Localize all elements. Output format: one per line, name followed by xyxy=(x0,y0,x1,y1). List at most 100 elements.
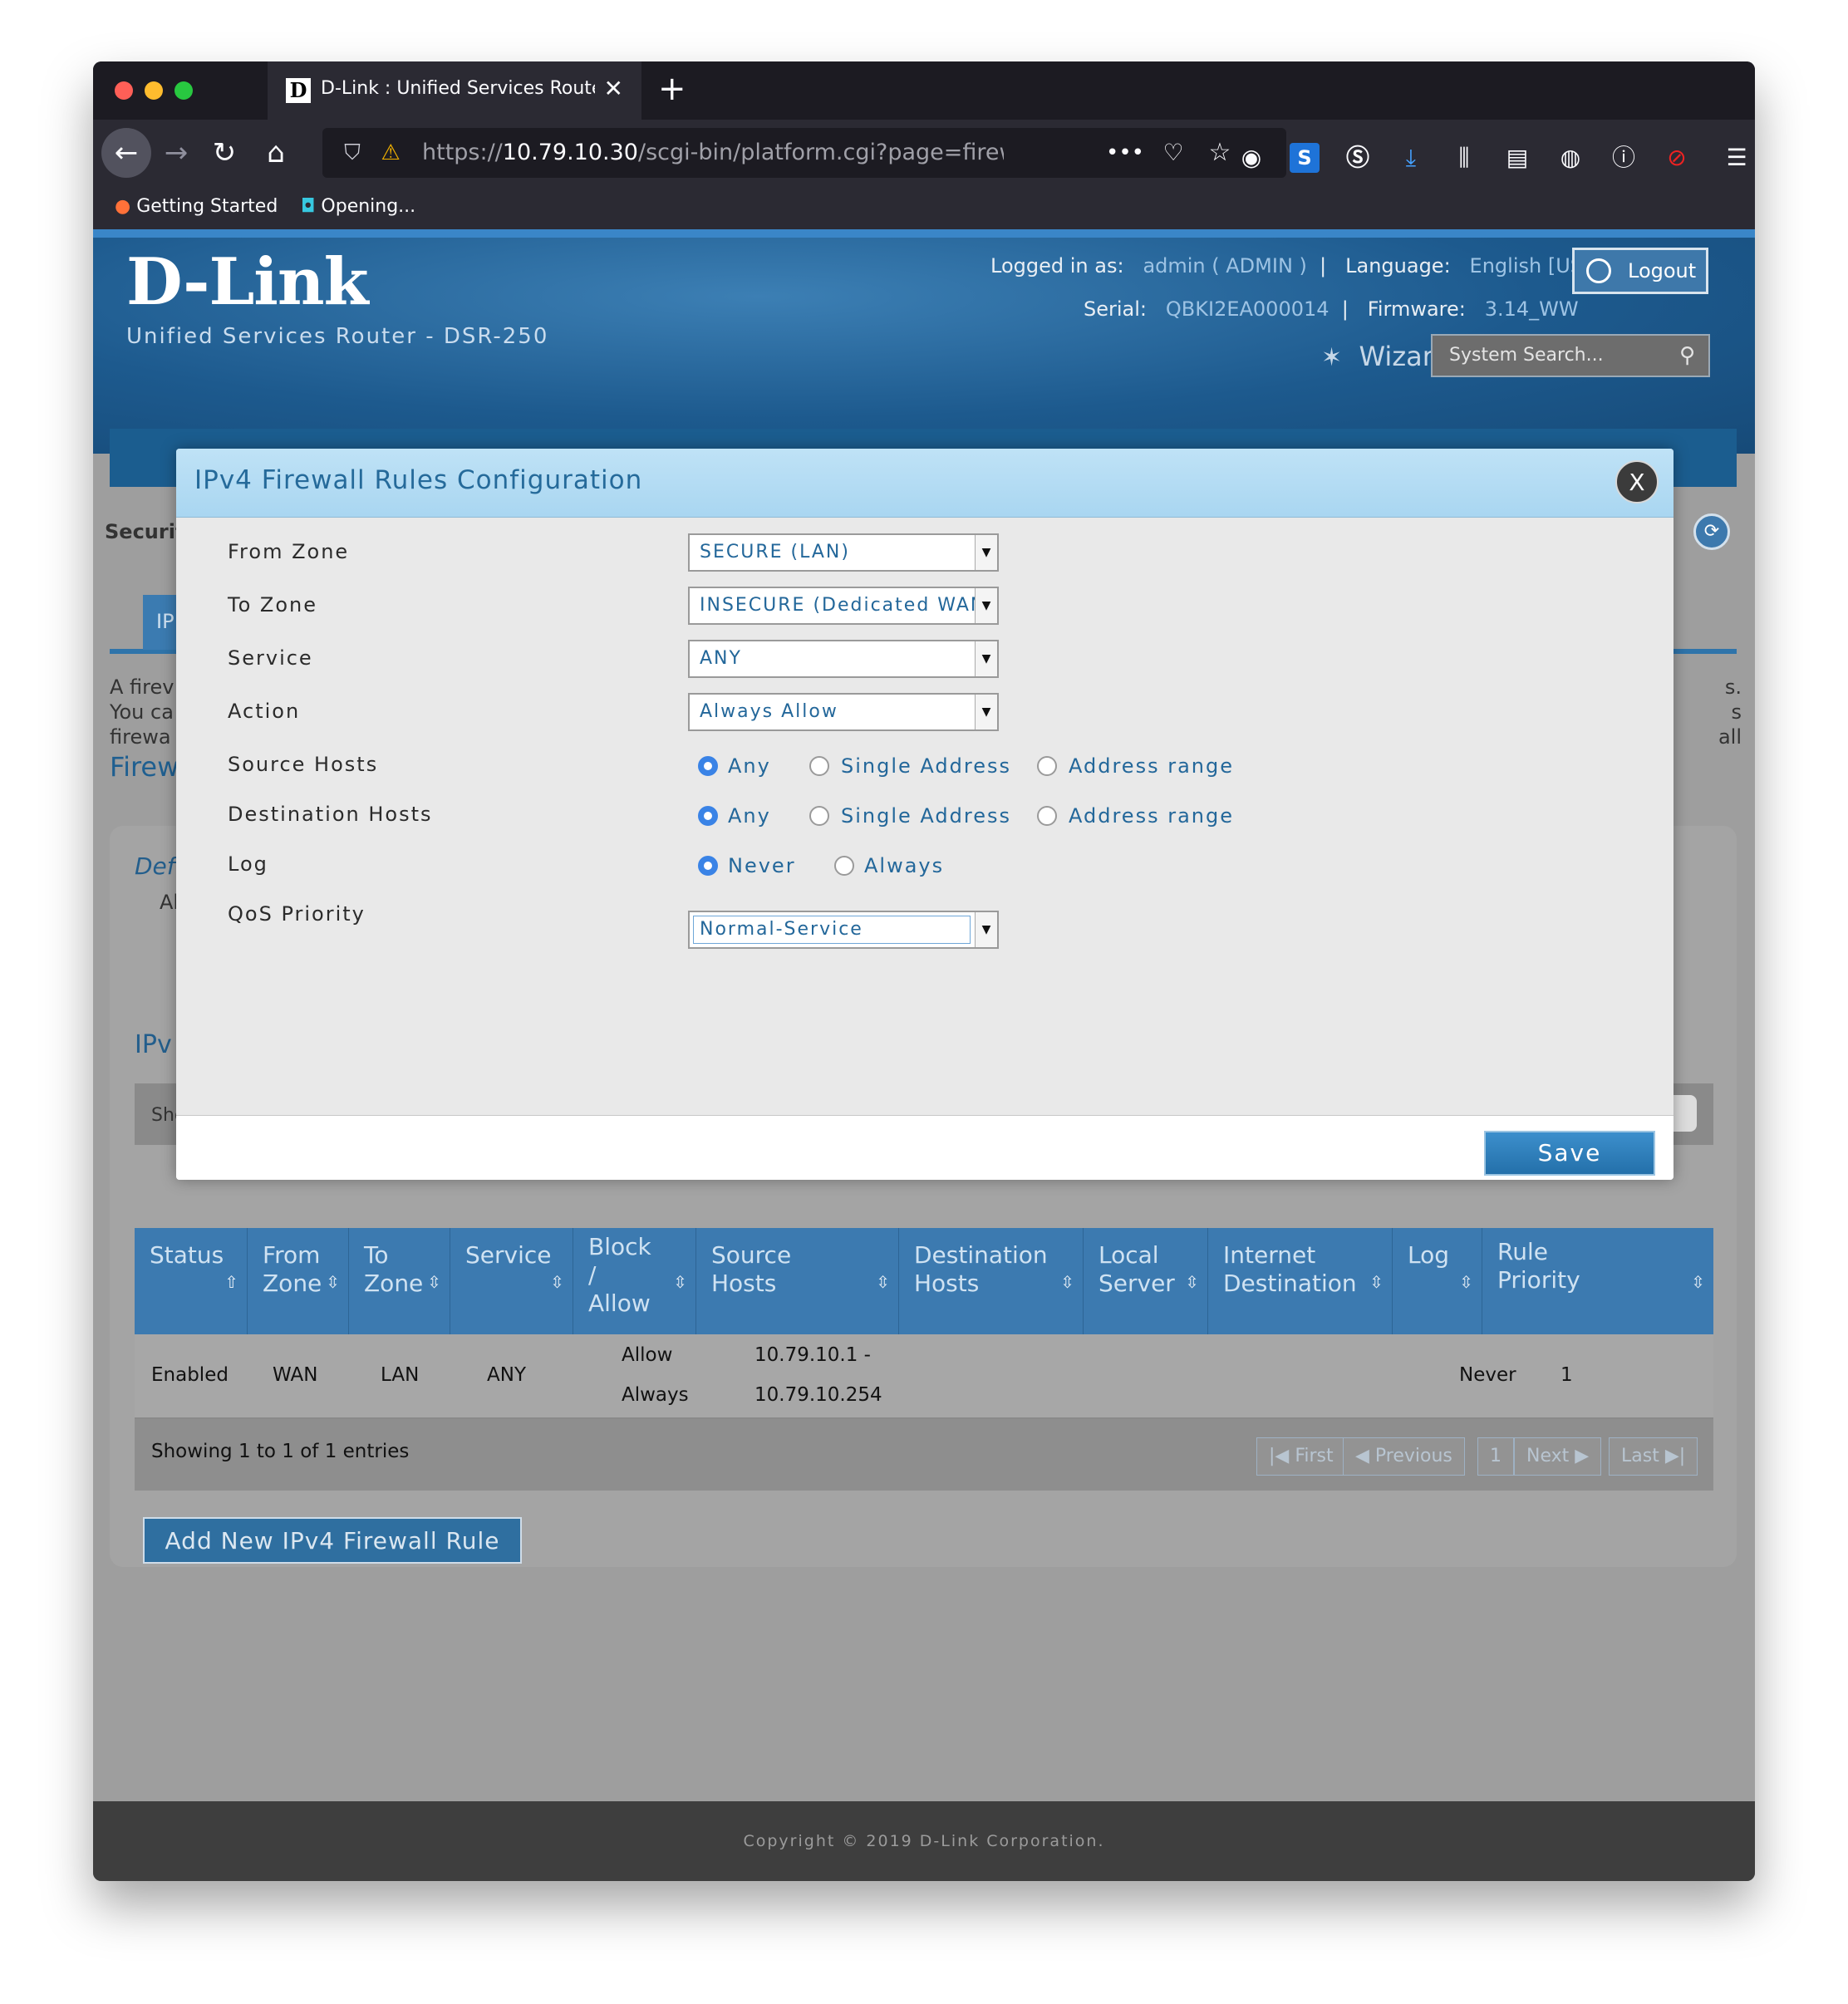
source-address-range-label[interactable]: Address range xyxy=(1069,754,1234,778)
browser-tab[interactable]: D D-Link : Unified Services Router ✕ xyxy=(268,61,641,120)
zoom-window-button[interactable] xyxy=(174,81,193,100)
column-destination-hosts[interactable]: Destination Hosts ⇳ xyxy=(899,1228,1084,1334)
column-to-zone[interactable]: To Zone ⇳ xyxy=(349,1228,450,1334)
source-any-label[interactable]: Any xyxy=(728,754,771,778)
page-description-right: s. s all xyxy=(1705,675,1742,749)
logout-button[interactable]: Logout xyxy=(1572,248,1708,294)
back-arrow-icon[interactable]: ← xyxy=(101,128,151,178)
add-ipv4-firewall-rule-button[interactable]: Add New IPv4 Firewall Rule xyxy=(143,1517,522,1564)
sidebar-icon[interactable]: ▤ xyxy=(1502,143,1532,173)
source-any-radio[interactable] xyxy=(698,756,718,776)
service-value: ANY xyxy=(700,648,742,669)
destination-any-radio[interactable] xyxy=(698,806,718,826)
cell-source-hosts: 10.79.10.1 - xyxy=(754,1344,871,1366)
sort-icon[interactable]: ⇳ xyxy=(673,1268,687,1296)
menu-hamburger-icon[interactable]: ☰ xyxy=(1722,143,1752,173)
log-always-radio[interactable] xyxy=(834,856,854,876)
cell-status: Enabled xyxy=(151,1364,229,1386)
column-from-zone[interactable]: From Zone ⇳ xyxy=(248,1228,349,1334)
log-never-radio[interactable] xyxy=(698,856,718,876)
column-service[interactable]: Service ⇳ xyxy=(450,1228,573,1334)
default-policy-label: Def xyxy=(135,852,175,880)
sort-icon[interactable]: ⇳ xyxy=(1369,1268,1384,1296)
desc-line: s. xyxy=(1724,675,1742,699)
sort-icon[interactable]: ⇳ xyxy=(550,1268,564,1296)
sort-icon[interactable]: ⇳ xyxy=(876,1268,890,1296)
chevron-down-icon[interactable]: ▼ xyxy=(975,912,997,947)
destination-address-range-label[interactable]: Address range xyxy=(1069,804,1234,828)
address-bar[interactable]: ⛉ ⚠ https://10.79.10.30/scgi-bin/platfor… xyxy=(322,128,1286,178)
search-icon[interactable]: ⚲ xyxy=(1679,336,1695,376)
sort-up-icon[interactable]: ⇧ xyxy=(224,1268,238,1296)
close-dialog-button[interactable]: X xyxy=(1615,460,1659,503)
column-block-allow[interactable]: Block / Allow ⇳ xyxy=(573,1228,696,1334)
sort-icon[interactable]: ⇳ xyxy=(1459,1268,1473,1296)
column-rule-priority[interactable]: Rule Priority ⇳ xyxy=(1482,1228,1713,1334)
pocket-icon[interactable]: ♡ xyxy=(1148,128,1198,178)
destination-address-range-radio[interactable] xyxy=(1037,806,1057,826)
pager-page-1[interactable]: 1 xyxy=(1477,1437,1514,1476)
page-actions-icon[interactable]: ••• xyxy=(1100,128,1150,178)
pager-previous-button[interactable]: ◀ Previous xyxy=(1343,1437,1465,1476)
insecure-lock-warning-icon[interactable]: ⚠ xyxy=(366,128,415,178)
download-icon[interactable]: ⤓ xyxy=(1396,143,1426,173)
action-select[interactable]: Always Allow ▼ xyxy=(688,693,999,731)
url-text[interactable]: https://10.79.10.30/scgi-bin/platform.cg… xyxy=(422,140,1004,165)
bookmark-getting-started[interactable]: ● Getting Started xyxy=(115,196,278,217)
sort-icon[interactable]: ⇳ xyxy=(427,1268,441,1296)
chevron-down-icon[interactable]: ▼ xyxy=(975,641,997,676)
pager-next-button[interactable]: Next ▶ xyxy=(1514,1437,1602,1476)
chevron-down-icon[interactable]: ▼ xyxy=(975,535,997,570)
cell-from-zone: WAN xyxy=(273,1364,318,1386)
from-zone-value: SECURE (LAN) xyxy=(700,542,850,562)
focus-ring xyxy=(693,916,971,944)
system-search-input[interactable]: System Search... ⚲ xyxy=(1431,334,1710,377)
source-address-range-radio[interactable] xyxy=(1037,756,1057,776)
column-source-hosts[interactable]: Source Hosts ⇳ xyxy=(696,1228,899,1334)
bookmark-opening[interactable]: ◘ Opening... xyxy=(301,196,415,217)
destination-single-address-radio[interactable] xyxy=(809,806,829,826)
source-single-address-label[interactable]: Single Address xyxy=(841,754,1011,778)
minimize-window-button[interactable] xyxy=(145,81,163,100)
new-tab-icon[interactable]: + xyxy=(658,70,686,108)
pager-first-button[interactable]: |◀ First xyxy=(1256,1437,1346,1476)
source-single-address-radio[interactable] xyxy=(809,756,829,776)
log-never-label[interactable]: Never xyxy=(728,854,796,877)
chevron-down-icon[interactable]: ▼ xyxy=(975,588,997,623)
forward-arrow-icon[interactable]: → xyxy=(151,128,201,178)
sort-icon[interactable]: ⇳ xyxy=(1185,1268,1199,1296)
skype-extension-icon[interactable]: S xyxy=(1290,143,1320,173)
destination-single-address-label[interactable]: Single Address xyxy=(841,804,1011,828)
column-internet-destination[interactable]: Internet Destination ⇳ xyxy=(1208,1228,1393,1334)
close-window-button[interactable] xyxy=(115,81,133,100)
info-icon[interactable]: ⓘ xyxy=(1609,143,1639,173)
sync-extension-icon[interactable]: Ⓢ xyxy=(1343,143,1373,173)
to-zone-select[interactable]: INSECURE (Dedicated WAN) ▼ xyxy=(688,587,999,625)
from-zone-select[interactable]: SECURE (LAN) ▼ xyxy=(688,533,999,572)
save-button[interactable]: Save xyxy=(1484,1131,1655,1176)
table-row[interactable]: Enabled WAN LAN ANY Allow Always 10.79.1… xyxy=(135,1334,1713,1419)
reload-icon[interactable]: ↻ xyxy=(199,128,249,178)
column-status[interactable]: Status ⇧ xyxy=(135,1228,248,1334)
pager-last-button[interactable]: Last ▶| xyxy=(1609,1437,1698,1476)
library-icon[interactable]: ⫼ xyxy=(1449,143,1479,173)
sort-icon[interactable]: ⇳ xyxy=(1060,1268,1074,1296)
close-tab-icon[interactable]: ✕ xyxy=(604,75,623,102)
account-icon[interactable]: ◍ xyxy=(1556,143,1585,173)
pager-label: Next xyxy=(1526,1446,1570,1466)
chevron-down-icon[interactable]: ▼ xyxy=(975,695,997,729)
extension-eye-icon[interactable]: ◉ xyxy=(1236,143,1266,173)
tab-title: D-Link : Unified Services Router xyxy=(321,78,595,99)
home-icon[interactable]: ⌂ xyxy=(251,128,301,178)
action-value: Always Allow xyxy=(700,701,838,722)
column-local-server[interactable]: Local Server ⇳ xyxy=(1084,1228,1208,1334)
sort-icon[interactable]: ⇳ xyxy=(326,1268,340,1296)
blocker-extension-icon[interactable]: ⊘ xyxy=(1662,143,1692,173)
refresh-icon[interactable]: ⟳ xyxy=(1693,513,1730,550)
sort-icon[interactable]: ⇳ xyxy=(1691,1268,1705,1296)
column-log[interactable]: Log ⇳ xyxy=(1393,1228,1482,1334)
qos-priority-select[interactable]: Normal-Service ▼ xyxy=(688,911,999,949)
service-select[interactable]: ANY ▼ xyxy=(688,640,999,678)
log-always-label[interactable]: Always xyxy=(864,854,944,877)
destination-any-label[interactable]: Any xyxy=(728,804,771,828)
